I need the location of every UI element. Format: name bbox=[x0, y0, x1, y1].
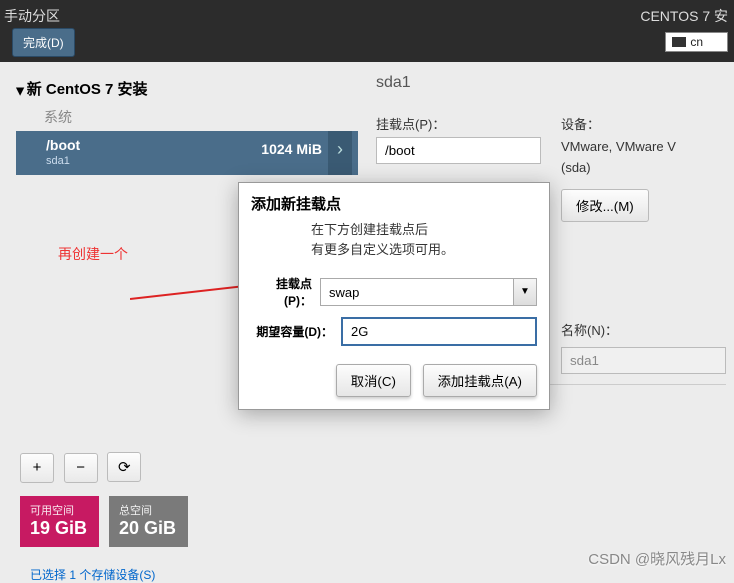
mount-input[interactable] bbox=[376, 137, 541, 164]
dialog-capacity-label: 期望容量(D)： bbox=[251, 323, 333, 340]
system-label: 系统 bbox=[16, 103, 358, 131]
partition-size: 1024 MiB bbox=[261, 141, 322, 157]
dialog-title: 添加新挂载点 bbox=[239, 183, 549, 220]
name-label: 名称(N)： bbox=[561, 320, 726, 339]
dialog-mount-combo[interactable]: ▼ bbox=[320, 278, 537, 306]
partition-buttons: + − ⟳ bbox=[20, 452, 147, 483]
chevron-right-icon: › bbox=[328, 131, 352, 175]
add-mountpoint-button[interactable]: 添加挂载点(A) bbox=[423, 364, 537, 397]
annotation-text: 再创建一个 bbox=[58, 244, 128, 264]
dialog-subtitle: 在下方创建挂载点后有更多自定义选项可用。 bbox=[239, 220, 549, 271]
cancel-button[interactable]: 取消(C) bbox=[336, 364, 411, 397]
dialog-mount-label: 挂载点(P)： bbox=[251, 275, 312, 309]
page-title: 手动分区 bbox=[4, 6, 60, 26]
done-button[interactable]: 完成(D) bbox=[12, 28, 75, 57]
keyboard-icon bbox=[672, 37, 686, 47]
partition-row[interactable]: /boot sda1 1024 MiB › bbox=[16, 131, 358, 175]
modify-button[interactable]: 修改...(M) bbox=[561, 189, 649, 222]
detail-heading: sda1 bbox=[376, 74, 726, 92]
available-space: 可用空间 19 GiB bbox=[20, 496, 99, 547]
keyboard-indicator[interactable]: cn bbox=[665, 32, 728, 52]
mount-label: 挂载点(P)： bbox=[376, 114, 541, 133]
add-button[interactable]: + bbox=[20, 453, 54, 483]
name-input bbox=[561, 347, 726, 374]
chevron-down-icon[interactable]: ▼ bbox=[513, 278, 537, 306]
device-sub: (sda) bbox=[561, 160, 726, 175]
add-mountpoint-dialog: 添加新挂载点 在下方创建挂载点后有更多自定义选项可用。 挂载点(P)： ▼ 期望… bbox=[238, 182, 550, 410]
chevron-down-icon: ▶ bbox=[14, 88, 25, 96]
watermark: CSDN @晓风残月Lx bbox=[588, 548, 726, 569]
device-text: VMware, VMware V bbox=[561, 139, 726, 154]
top-bar: 手动分区 CENTOS 7 安 完成(D) cn bbox=[0, 0, 734, 62]
space-summary: 可用空间 19 GiB 总空间 20 GiB bbox=[20, 496, 188, 547]
reload-button[interactable]: ⟳ bbox=[107, 452, 141, 482]
dialog-mount-input[interactable] bbox=[320, 278, 513, 306]
device-label: 设备： bbox=[561, 114, 726, 133]
install-header[interactable]: ▶新 CentOS 7 安装 bbox=[16, 74, 358, 103]
selected-devices-link[interactable]: 已选择 1 个存储设备(S) bbox=[30, 566, 155, 583]
remove-button[interactable]: − bbox=[64, 453, 98, 483]
distro-title: CENTOS 7 安 bbox=[640, 6, 728, 26]
dialog-capacity-input[interactable] bbox=[341, 317, 537, 346]
total-space: 总空间 20 GiB bbox=[109, 496, 188, 547]
